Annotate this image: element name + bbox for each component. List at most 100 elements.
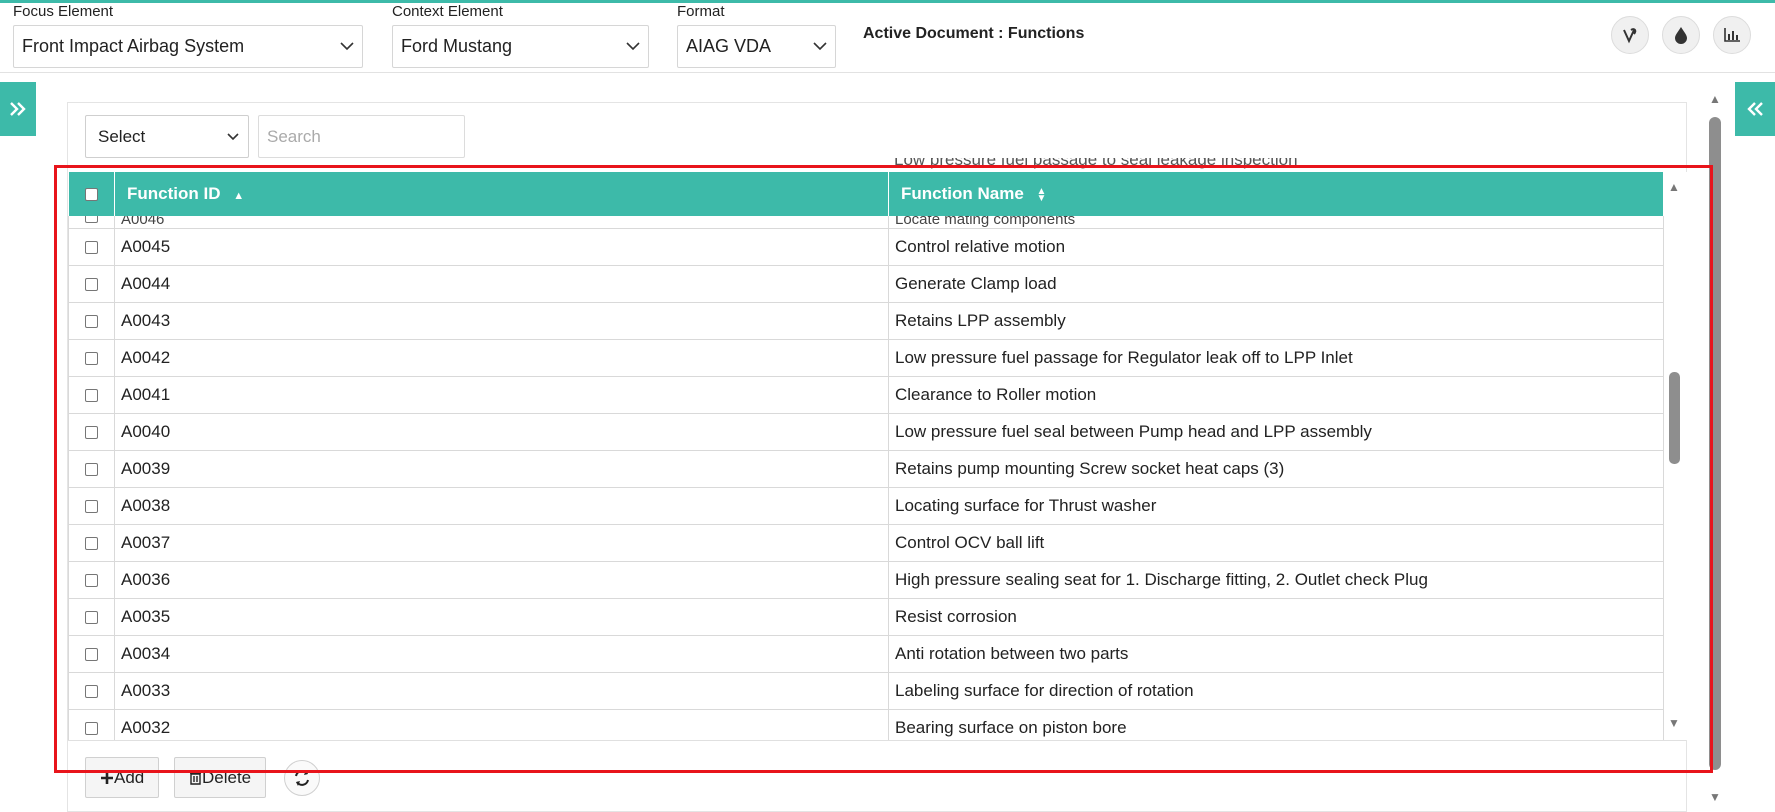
expand-left-panel-button[interactable] — [0, 82, 36, 136]
bar-chart-icon — [1724, 28, 1740, 42]
double-chevron-right-icon — [10, 102, 26, 116]
row-checkbox[interactable] — [85, 388, 98, 402]
function-id-cell: A0044 — [114, 265, 889, 303]
plus-icon — [101, 771, 113, 784]
filter-select[interactable]: Select — [85, 115, 249, 158]
table-row[interactable]: A0033 Labeling surface for direction of r… — [68, 672, 1664, 710]
table-row[interactable]: A0034 Anti rotation between two parts — [68, 635, 1664, 673]
function-id-cell: A0033 — [114, 672, 889, 710]
page-scroll-thumb[interactable] — [1709, 117, 1721, 770]
row-checkbox[interactable] — [85, 240, 98, 254]
select-all-checkbox[interactable] — [84, 188, 98, 202]
format-label: Format — [677, 3, 725, 20]
row-checkbox[interactable] — [85, 610, 98, 624]
function-id-cell: A0040 — [114, 413, 889, 451]
row-checkbox[interactable] — [85, 721, 98, 735]
refresh-button[interactable] — [284, 760, 320, 796]
delete-button[interactable]: Delete — [174, 757, 267, 798]
scroll-down-icon[interactable]: ▼ — [1668, 716, 1680, 730]
function-name-cell: Clearance to Roller motion — [888, 376, 1664, 414]
function-id-cell: A0037 — [114, 524, 889, 562]
row-checkbox[interactable] — [85, 499, 98, 513]
table-row[interactable]: A0044 Generate Clamp load — [68, 265, 1664, 303]
table-row[interactable]: A0043 Retains LPP assembly — [68, 302, 1664, 340]
table-row[interactable]: A0040 Low pressure fuel seal between Pump… — [68, 413, 1664, 451]
row-checkbox[interactable] — [85, 573, 98, 587]
function-id-cell: A0036 — [114, 561, 889, 599]
row-checkbox[interactable] — [85, 536, 98, 550]
row-checkbox[interactable] — [85, 277, 98, 291]
page-scroll-down-icon[interactable]: ▼ — [1709, 790, 1721, 804]
table-row[interactable]: A0035 Resist corrosion — [68, 598, 1664, 636]
function-id-cell: A0038 — [114, 487, 889, 525]
function-name-cell: High pressure sealing seat for 1. Discha… — [888, 561, 1664, 599]
chevron-down-icon — [813, 40, 827, 54]
vine-icon-button[interactable] — [1611, 16, 1649, 54]
row-checkbox[interactable] — [85, 314, 98, 328]
table-row[interactable]: A0037 Control OCV ball lift — [68, 524, 1664, 562]
sort-both-icon: ▲ ▼ — [1036, 185, 1047, 204]
refresh-icon — [295, 770, 309, 786]
active-document-label: Active Document : Functions — [863, 25, 1085, 42]
table-row[interactable]: A0038 Locating surface for Thrust washer — [68, 487, 1664, 525]
focus-element-dropdown[interactable]: Front Impact Airbag System — [13, 25, 363, 68]
function-name-cell: Retains pump mounting Screw socket heat … — [888, 450, 1664, 488]
drop-icon-button[interactable] — [1662, 16, 1700, 54]
scroll-up-icon[interactable]: ▲ — [1668, 180, 1680, 194]
header-bar: Focus Element Front Impact Airbag System… — [0, 3, 1775, 73]
table-header-row: Function ID ▲ Function Name ▲ ▼ — [68, 172, 1664, 216]
column-header-function-name[interactable]: Function Name ▲ ▼ — [888, 172, 1664, 216]
function-name-cell: Control relative motion — [888, 228, 1664, 266]
function-id-cell: A0045 — [114, 228, 889, 266]
table-row[interactable]: A0041 Clearance to Roller motion — [68, 376, 1664, 414]
row-checkbox[interactable] — [85, 351, 98, 365]
focus-element-value: Front Impact Airbag System — [22, 36, 245, 56]
row-checkbox[interactable] — [85, 216, 98, 223]
format-field: Format AIAG VDA — [677, 3, 836, 68]
context-element-dropdown[interactable]: Ford Mustang — [392, 25, 649, 68]
expand-right-panel-button[interactable] — [1735, 82, 1775, 136]
function-name-cell: Low pressure fuel passage for Regulator … — [888, 339, 1664, 377]
table-row[interactable]: A0046 Locate mating components — [68, 216, 1664, 229]
table-row[interactable]: A0045 Control relative motion — [68, 228, 1664, 266]
format-value: AIAG VDA — [686, 36, 772, 56]
function-name-cell: Labeling surface for direction of rotati… — [888, 672, 1664, 710]
page-scroll-up-icon[interactable]: ▲ — [1709, 92, 1721, 106]
select-all-header — [68, 172, 115, 216]
context-element-label: Context Element — [392, 3, 503, 20]
chevron-down-icon — [626, 40, 640, 54]
table-row[interactable]: A0032 Bearing surface on piston bore — [68, 709, 1664, 740]
row-checkbox[interactable] — [85, 684, 98, 698]
function-id-cell: A0039 — [114, 450, 889, 488]
function-id-cell: A0042 — [114, 339, 889, 377]
row-checkbox[interactable] — [85, 425, 98, 439]
drop-icon — [1675, 27, 1687, 44]
row-checkbox[interactable] — [85, 647, 98, 661]
format-dropdown[interactable]: AIAG VDA — [677, 25, 836, 68]
function-name-cell: Anti rotation between two parts — [888, 635, 1664, 673]
functions-table: Function ID ▲ Function Name ▲ ▼ A0046 Loc… — [68, 172, 1664, 740]
search-input[interactable] — [258, 115, 465, 158]
function-name-cell: Resist corrosion — [888, 598, 1664, 636]
vine-icon — [1623, 28, 1637, 44]
table-row[interactable]: A0036 High pressure sealing seat for 1. D… — [68, 561, 1664, 599]
chart-icon-button[interactable] — [1713, 16, 1751, 54]
function-name-cell: Locating surface for Thrust washer — [888, 487, 1664, 525]
function-name-cell: Control OCV ball lift — [888, 524, 1664, 562]
function-id-cell: A0046 — [114, 216, 889, 229]
function-id-cell: A0043 — [114, 302, 889, 340]
trash-icon — [190, 770, 201, 785]
table-row[interactable]: A0042 Low pressure fuel passage for Regul… — [68, 339, 1664, 377]
focus-element-field: Focus Element Front Impact Airbag System — [13, 3, 363, 68]
table-scroll-thumb[interactable] — [1669, 372, 1680, 464]
table-row[interactable]: A0039 Retains pump mounting Screw socket … — [68, 450, 1664, 488]
function-id-cell: A0032 — [114, 709, 889, 740]
function-name-cell: Low pressure fuel seal between Pump head… — [888, 413, 1664, 451]
column-header-function-id[interactable]: Function ID ▲ — [114, 172, 889, 216]
function-name-cell: Generate Clamp load — [888, 265, 1664, 303]
chevron-down-icon — [226, 130, 240, 144]
row-checkbox[interactable] — [85, 462, 98, 476]
context-element-field: Context Element Ford Mustang — [392, 3, 649, 68]
function-id-cell: A0035 — [114, 598, 889, 636]
add-button[interactable]: Add — [85, 757, 160, 798]
